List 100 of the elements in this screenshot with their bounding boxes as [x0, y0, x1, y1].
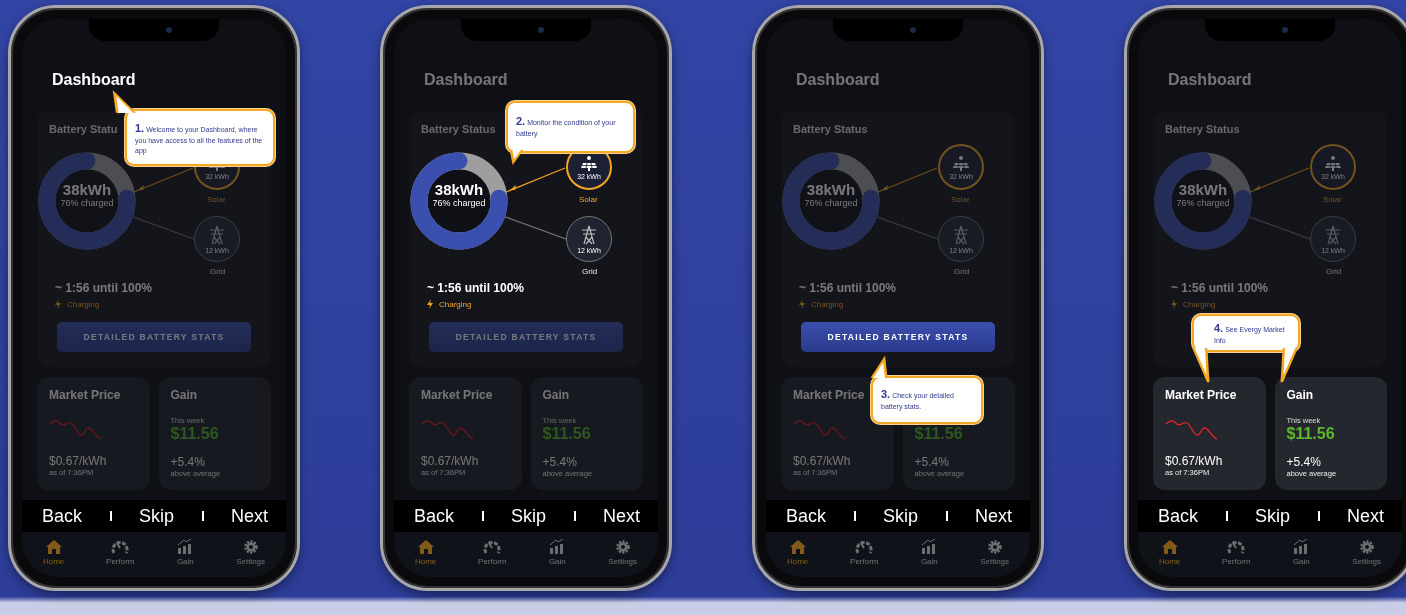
- gain-change: +5.4%: [542, 455, 577, 469]
- card-title: Gain: [542, 388, 570, 402]
- dashboard-title: Dashboard: [796, 71, 880, 90]
- next-button[interactable]: Next: [603, 505, 640, 527]
- gain-change: +5.4%: [170, 455, 205, 469]
- power-tower-icon: [581, 224, 597, 245]
- tab-item[interactable]: Settings: [1352, 539, 1382, 566]
- price-value: $0.67/kWh: [421, 454, 479, 468]
- next-button[interactable]: Next: [231, 505, 268, 527]
- camera-dot: [538, 27, 544, 33]
- charging-status: Charging: [439, 299, 472, 309]
- gauge-icon: [1227, 539, 1246, 555]
- tab-item[interactable]: Settings: [980, 539, 1010, 566]
- tab-item[interactable]: Home: [414, 539, 437, 566]
- tab-item[interactable]: Settings: [236, 539, 266, 566]
- solar-label: Solar: [1323, 195, 1342, 204]
- energy-value: 38kWh: [62, 181, 112, 198]
- time-to-full: ~ 1:56 until 100%: [1171, 281, 1269, 295]
- tab-item[interactable]: Perform: [478, 539, 507, 566]
- grid-label: Grid: [582, 267, 598, 276]
- gain-change: +5.4%: [1286, 455, 1321, 469]
- solar-panel-icon: [1323, 154, 1343, 171]
- charge-percent: 76% charged: [1176, 198, 1230, 208]
- back-button[interactable]: Back: [42, 505, 83, 527]
- card-title: Battery Status: [421, 123, 496, 135]
- card-title: Battery Status: [793, 123, 868, 135]
- grid-label: Grid: [1326, 267, 1342, 276]
- settings-icon: [614, 539, 631, 555]
- tab-item[interactable]: Perform: [1222, 539, 1251, 566]
- home-icon: [416, 539, 435, 555]
- charging-status: Charging: [67, 299, 100, 309]
- lightning-icon: [55, 299, 61, 309]
- tab-item[interactable]: Home: [42, 539, 65, 566]
- skip-button[interactable]: Skip: [883, 505, 918, 527]
- solar-panel-icon: [579, 154, 599, 171]
- solar-label: Solar: [951, 195, 970, 204]
- energy-value: 38kWh: [806, 181, 856, 198]
- grid-label: Grid: [210, 267, 226, 276]
- tab-item[interactable]: Gain: [1292, 539, 1311, 566]
- lightning-icon: [799, 299, 805, 309]
- skip-button[interactable]: Skip: [139, 505, 174, 527]
- gauge-icon: [111, 539, 130, 555]
- card-title: Market Price: [793, 388, 865, 402]
- tab-item[interactable]: Gain: [176, 539, 195, 566]
- dashboard-title: Dashboard: [1168, 71, 1252, 90]
- detailed-stats-button[interactable]: DETAILED BATTERY STATS: [57, 322, 251, 352]
- power-tower-icon: [1325, 224, 1341, 245]
- tab-item[interactable]: Perform: [106, 539, 135, 566]
- card-title: Battery Statu: [49, 123, 118, 135]
- skip-button[interactable]: Skip: [1255, 505, 1290, 527]
- lightning-icon: [427, 299, 433, 309]
- gain-amount: $11.56: [1286, 425, 1335, 443]
- dashboard-title: Dashboard: [424, 71, 508, 90]
- time-to-full: ~ 1:56 until 100%: [799, 281, 897, 295]
- gauge-icon: [483, 539, 502, 555]
- price-value: $0.67/kWh: [793, 454, 851, 468]
- tab-item[interactable]: Home: [786, 539, 809, 566]
- tab-item[interactable]: Perform: [850, 539, 879, 566]
- card-title: Market Price: [1165, 388, 1237, 402]
- card-title: Battery Status: [1165, 123, 1240, 135]
- detailed-stats-button[interactable]: DETAILED BATTERY STATS: [429, 322, 623, 352]
- back-button[interactable]: Back: [414, 505, 455, 527]
- solar-label: Solar: [207, 195, 226, 204]
- back-button[interactable]: Back: [786, 505, 827, 527]
- settings-icon: [242, 539, 259, 555]
- charge-percent: 76% charged: [432, 198, 486, 208]
- energy-value: 38kWh: [434, 181, 484, 198]
- card-title: Market Price: [421, 388, 493, 402]
- gain-amount: $11.56: [542, 425, 591, 443]
- skip-button[interactable]: Skip: [511, 505, 546, 527]
- gauge-icon: [855, 539, 874, 555]
- camera-dot: [1282, 27, 1288, 33]
- home-icon: [44, 539, 63, 555]
- charge-percent: 76% charged: [60, 198, 114, 208]
- charging-status: Charging: [1183, 299, 1216, 309]
- energy-value: 38kWh: [1178, 181, 1228, 198]
- time-to-full: ~ 1:56 until 100%: [55, 281, 153, 295]
- tab-item[interactable]: Gain: [920, 539, 939, 566]
- back-button[interactable]: Back: [1158, 505, 1199, 527]
- tab-item[interactable]: Home: [1158, 539, 1181, 566]
- time-to-full: ~ 1:56 until 100%: [427, 281, 525, 295]
- next-button[interactable]: Next: [1347, 505, 1384, 527]
- tab-item[interactable]: Settings: [608, 539, 638, 566]
- dashboard-title: Dashboard: [52, 71, 136, 90]
- detailed-stats-button[interactable]: DETAILED BATTERY STATS: [801, 322, 995, 352]
- next-button[interactable]: Next: [975, 505, 1012, 527]
- charge-percent: 76% charged: [804, 198, 858, 208]
- lightning-icon: [1171, 299, 1177, 309]
- home-icon: [1160, 539, 1179, 555]
- home-icon: [788, 539, 807, 555]
- solar-label: Solar: [579, 195, 598, 204]
- settings-icon: [986, 539, 1003, 555]
- charging-status: Charging: [811, 299, 844, 309]
- gain-amount: $11.56: [914, 425, 963, 443]
- price-value: $0.67/kWh: [49, 454, 107, 468]
- card-title: Gain: [1286, 388, 1314, 402]
- settings-icon: [1358, 539, 1375, 555]
- card-title: Market Price: [49, 388, 121, 402]
- tab-item[interactable]: Gain: [548, 539, 567, 566]
- card-title: Gain: [170, 388, 198, 402]
